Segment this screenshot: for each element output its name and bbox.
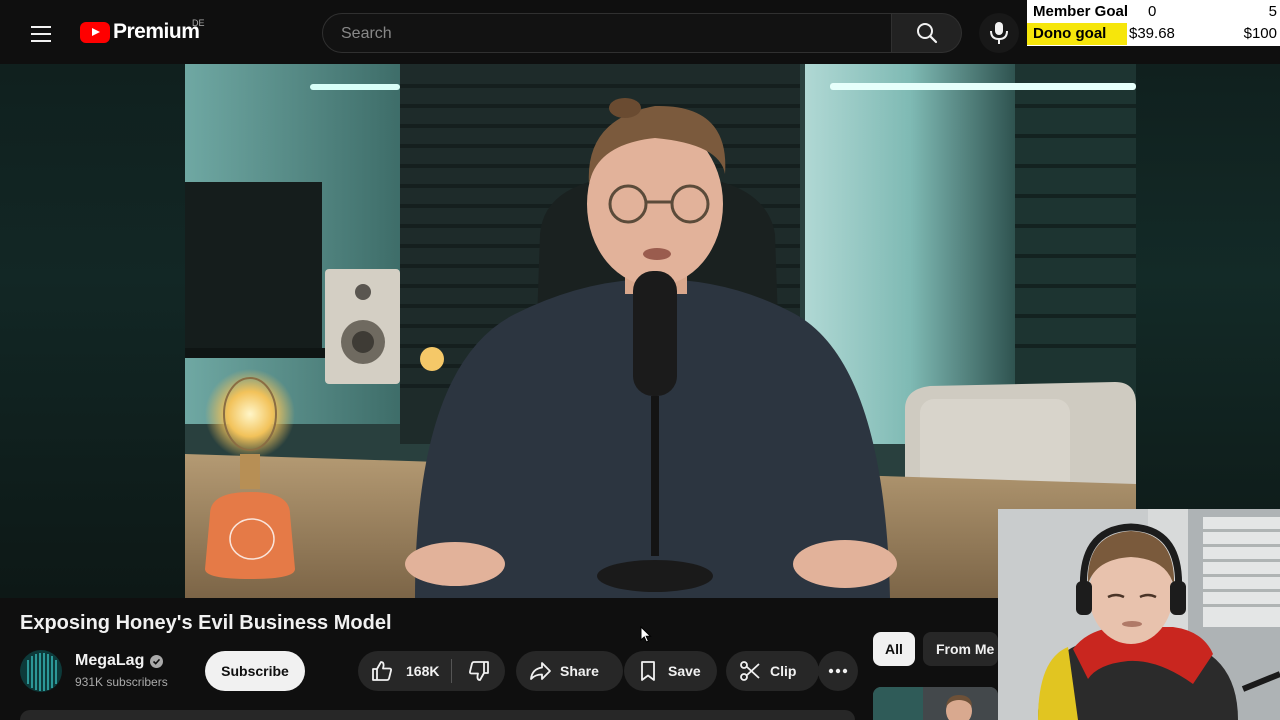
youtube-premium-logo[interactable]: Premium (80, 20, 200, 44)
chip-all[interactable]: All (873, 632, 915, 666)
member-goal-label: Member Goal (1033, 3, 1129, 20)
scissors-icon (738, 659, 762, 683)
member-goal-current: 0 (1148, 3, 1157, 20)
channel-name: MegaLag (75, 652, 145, 669)
verified-checkmark-icon (150, 654, 164, 668)
channel-avatar-image (20, 650, 62, 692)
dono-goal-target: $100 (1243, 25, 1277, 42)
more-actions-button[interactable] (818, 651, 858, 691)
like-dislike-group: 168K (358, 651, 505, 691)
mouse-cursor-icon (640, 626, 652, 643)
menu-button[interactable] (24, 17, 58, 51)
video-frame[interactable] (185, 64, 1136, 598)
chip-from-channel[interactable]: From Me (923, 632, 998, 666)
save-label: Save (668, 663, 701, 679)
voice-search-button[interactable] (979, 13, 1019, 53)
share-icon (528, 659, 552, 683)
member-goal-row: Member Goal 0 5 (1027, 1, 1280, 23)
logo-region-code: DE (192, 18, 205, 28)
search-icon (916, 23, 937, 44)
player-ambient-left (0, 64, 185, 598)
search-button[interactable] (892, 13, 962, 53)
recommended-video-thumbnail[interactable] (873, 687, 998, 720)
search-box (322, 13, 892, 54)
youtube-play-icon (80, 21, 110, 43)
channel-name-link[interactable]: MegaLag (75, 652, 164, 670)
member-goal-target: 5 (1268, 3, 1277, 20)
search-input[interactable] (339, 14, 873, 54)
video-frame-image (185, 64, 1136, 598)
clip-button[interactable]: Clip (726, 651, 819, 691)
subscribe-button[interactable]: Subscribe (205, 651, 305, 691)
dono-goal-current: $39.68 (1129, 25, 1175, 42)
more-horizontal-icon (828, 668, 848, 674)
channel-avatar[interactable] (20, 650, 62, 692)
youtube-watch-page: Premium DE Member Goal 0 5 (0, 0, 1280, 720)
microphone-icon (990, 22, 1008, 44)
clip-label: Clip (770, 663, 797, 679)
thumbs-down-icon (468, 661, 489, 681)
like-button[interactable]: 168K (358, 651, 451, 691)
recommended-thumbnail-image (873, 687, 998, 720)
webcam-image (998, 509, 1280, 720)
dono-goal-label: Dono goal (1033, 25, 1107, 42)
logo-text: Premium (113, 20, 200, 43)
dono-goal-row: Dono goal $39.68 $100 (1027, 23, 1280, 45)
stream-goal-overlay: Member Goal 0 5 Dono goal $39.68 $100 (1027, 0, 1280, 46)
description-box[interactable] (20, 710, 855, 720)
share-button[interactable]: Share (516, 651, 623, 691)
save-button[interactable]: Save (624, 651, 717, 691)
hamburger-icon (31, 26, 51, 42)
dislike-button[interactable] (452, 651, 505, 691)
thumbs-up-icon (372, 661, 392, 681)
bookmark-icon (636, 659, 660, 683)
streamer-webcam (998, 509, 1280, 720)
subscriber-count: 931K subscribers (75, 675, 168, 689)
like-count: 168K (406, 663, 440, 679)
video-title: Exposing Honey's Evil Business Model (20, 612, 392, 634)
share-label: Share (560, 663, 599, 679)
